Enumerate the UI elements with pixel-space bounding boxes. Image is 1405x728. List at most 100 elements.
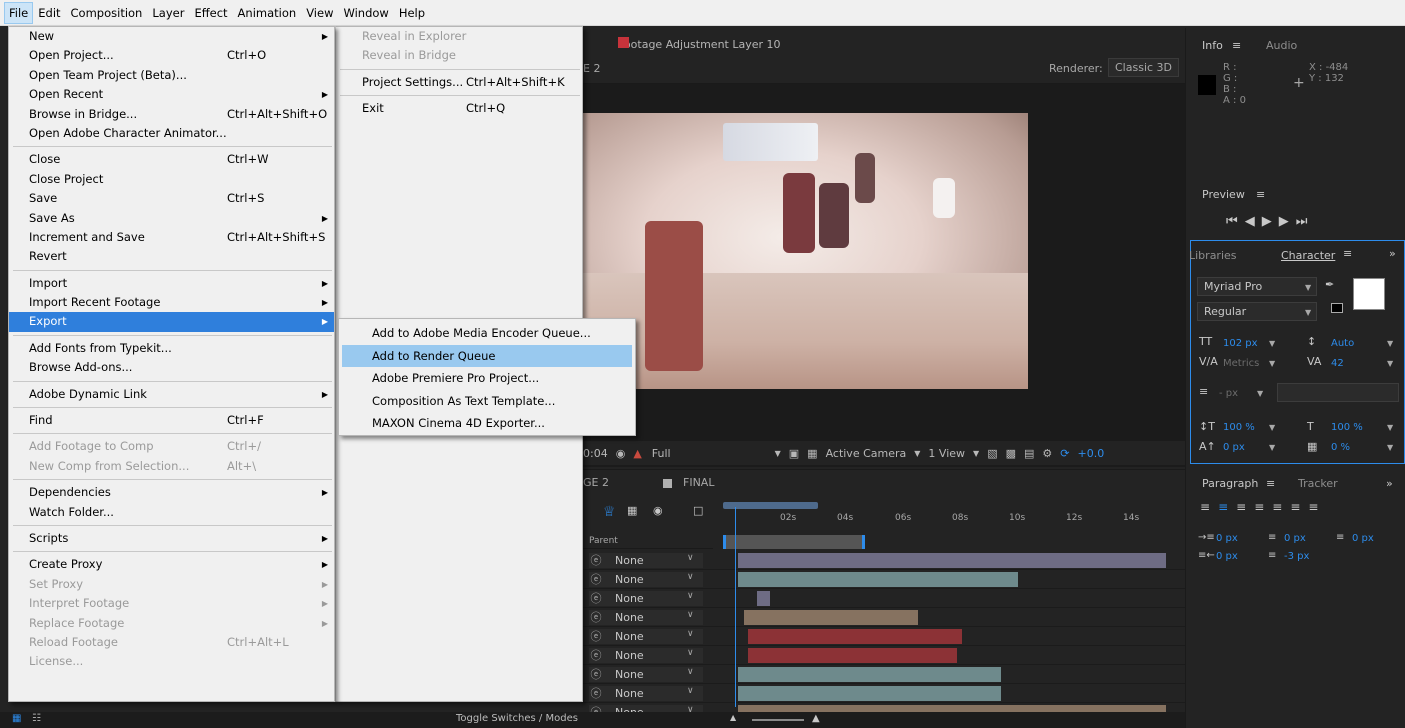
resolution-select[interactable]: Full <box>652 447 671 460</box>
menu-item-browse-in-bridge[interactable]: Browse in Bridge... Ctrl+Alt+Shift+O <box>9 105 334 124</box>
panel-menu-icon[interactable]: ≡ <box>1266 477 1275 490</box>
tab-character[interactable]: Character <box>1281 249 1335 262</box>
menu-view[interactable]: View <box>301 2 338 24</box>
layer-duration-bar[interactable] <box>737 667 1001 682</box>
eyedropper-icon[interactable]: ✒ <box>1325 278 1334 291</box>
menu-item-open-project[interactable]: Open Project... Ctrl+O <box>9 46 334 65</box>
justify-all-icon[interactable]: ≡ <box>1308 500 1326 514</box>
menu-layer[interactable]: Layer <box>147 2 189 24</box>
menu-window[interactable]: Window <box>338 2 393 24</box>
region-of-interest-icon[interactable]: ▣ <box>789 447 799 460</box>
flowchart-icon[interactable]: ⚙ <box>1042 447 1052 460</box>
parent-select[interactable]: None <box>589 667 703 682</box>
grid-options-icon[interactable]: ▧ <box>987 447 997 460</box>
chevron-down-icon[interactable]: ▼ <box>1387 443 1393 452</box>
parent-select[interactable]: None <box>589 686 703 701</box>
menu-item-add-to-render-queue[interactable]: Add to Render Queue <box>342 344 632 368</box>
chevron-down-icon[interactable]: ▼ <box>1305 308 1311 317</box>
renderer-select[interactable]: Classic 3D <box>1108 58 1180 77</box>
menu-item-dependencies[interactable]: Dependencies ▶ <box>9 483 334 502</box>
font-family-select[interactable]: Myriad Pro <box>1197 277 1317 296</box>
tab-info[interactable]: Info <box>1202 39 1223 52</box>
layer-duration-bar[interactable] <box>748 648 958 663</box>
camera-snapshot-icon[interactable]: ◉ <box>616 447 626 460</box>
color-channel-icon[interactable]: ▲ <box>633 447 641 460</box>
parent-select[interactable]: None <box>589 572 703 587</box>
menu-item-composition-as-text-template[interactable]: Composition As Text Template... <box>339 390 635 413</box>
camera-select[interactable]: Active Camera <box>826 447 907 460</box>
tab-comp-ge2[interactable]: GE 2 <box>583 476 609 489</box>
menu-item-replace-footage[interactable]: Replace Footage ▶ <box>9 614 334 633</box>
pick-whip-icon[interactable]: ⓔ <box>589 629 603 644</box>
pick-whip-icon[interactable]: ⓔ <box>589 648 603 663</box>
menu-item-export[interactable]: Export ▶ <box>9 312 334 332</box>
fill-color-swatch[interactable] <box>1353 278 1385 310</box>
chevron-down-icon[interactable]: ▼ <box>1387 423 1393 432</box>
chevron-down-icon[interactable]: ▼ <box>1387 359 1393 368</box>
indent-right-value[interactable]: 0 px <box>1352 533 1374 544</box>
chevron-down-icon[interactable]: ▼ <box>1305 283 1311 292</box>
horizontal-scale-value[interactable]: 100 % <box>1331 422 1363 433</box>
solo-icon[interactable]: ♕ <box>603 504 616 520</box>
preview-title[interactable]: Preview <box>1202 188 1245 201</box>
layer-row[interactable]: Noneⓔ ∨ <box>583 646 1185 665</box>
tab-comp-final[interactable]: FINAL <box>683 476 714 489</box>
layer-duration-bar[interactable] <box>744 610 919 625</box>
menu-item-license[interactable]: License... <box>9 652 334 671</box>
reset-exposure-icon[interactable]: ⟳ <box>1060 447 1069 460</box>
menu-edit[interactable]: Edit <box>33 2 65 24</box>
chevron-down-icon[interactable]: ▼ <box>1269 359 1275 368</box>
frame-blend-icon[interactable]: ▦ <box>627 504 637 517</box>
parent-select[interactable]: None <box>589 648 703 663</box>
menu-item-reveal-in-explorer[interactable]: Reveal in Explorer <box>336 27 582 46</box>
menu-item-scripts[interactable]: Scripts ▶ <box>9 529 334 548</box>
layer-duration-bar[interactable] <box>737 553 1166 568</box>
panel-menu-icon[interactable]: ≡ <box>1232 39 1241 52</box>
baseline-shift-value[interactable]: 0 px <box>1223 442 1245 453</box>
tab-paragraph[interactable]: Paragraph <box>1202 477 1258 490</box>
layer-duration-bar[interactable] <box>737 686 1001 701</box>
menu-item-watch-folder[interactable]: Watch Folder... <box>9 503 334 522</box>
justify-last-center-icon[interactable]: ≡ <box>1272 500 1290 514</box>
justify-last-left-icon[interactable]: ≡ <box>1254 500 1272 514</box>
menu-item-find[interactable]: Find Ctrl+F <box>9 411 334 430</box>
next-frame-icon[interactable]: ▶ <box>1279 214 1296 229</box>
align-left-icon[interactable]: ≡ <box>1200 500 1218 514</box>
chevron-down-icon[interactable]: ∨ <box>687 572 694 582</box>
kerning-value[interactable]: Metrics <box>1223 358 1259 369</box>
menu-animation[interactable]: Animation <box>233 2 302 24</box>
footage-frame[interactable] <box>583 113 1028 389</box>
tab-tracker[interactable]: Tracker <box>1298 477 1338 490</box>
align-center-icon[interactable]: ≡ <box>1218 500 1236 514</box>
view-layout-select[interactable]: 1 View <box>928 447 965 460</box>
parent-select[interactable]: None <box>589 553 703 568</box>
menu-item-revert[interactable]: Revert <box>9 247 334 266</box>
menu-item-browse-add-ons[interactable]: Browse Add-ons... <box>9 358 334 377</box>
menu-item-add-fonts-from-typekit[interactable]: Add Fonts from Typekit... <box>9 339 334 358</box>
menu-item-adobe-premiere-pro-project[interactable]: Adobe Premiere Pro Project... <box>339 367 635 390</box>
last-frame-icon[interactable]: ⏭ <box>1296 214 1315 229</box>
layer-duration-bar[interactable] <box>748 629 962 644</box>
chevron-down-icon[interactable]: ∨ <box>687 686 694 696</box>
toggle-switches-modes[interactable]: Toggle Switches / Modes <box>456 713 578 724</box>
menu-item-create-proxy[interactable]: Create Proxy ▶ <box>9 555 334 574</box>
work-area-handle[interactable] <box>723 502 818 509</box>
chevron-down-icon[interactable]: ▼ <box>1257 389 1263 398</box>
panel-menu-icon[interactable]: ≡ <box>1256 188 1265 201</box>
vertical-scale-value[interactable]: 100 % <box>1223 422 1255 433</box>
prev-frame-icon[interactable]: ◀ <box>1245 214 1262 229</box>
parent-select[interactable]: None <box>589 591 703 606</box>
menu-item-new[interactable]: New ▶ <box>9 27 334 46</box>
layer-duration-bar[interactable] <box>737 572 1019 587</box>
menu-item-reload-footage[interactable]: Reload Footage Ctrl+Alt+L <box>9 633 334 652</box>
zoom-slider[interactable] <box>752 719 804 721</box>
timeline-icon[interactable]: ▤ <box>1024 447 1034 460</box>
pick-whip-icon[interactable]: ⓔ <box>589 553 603 568</box>
chevron-down-icon[interactable]: ∨ <box>687 667 694 677</box>
menu-item-maxon-cinema-4d-exporter[interactable]: MAXON Cinema 4D Exporter... <box>339 412 635 435</box>
layer-duration-bar[interactable] <box>757 591 771 606</box>
transparency-grid-icon[interactable]: ▦ <box>807 447 817 460</box>
menu-composition[interactable]: Composition <box>66 2 148 24</box>
layer-row[interactable]: Noneⓔ ∨ <box>583 551 1185 570</box>
menu-help[interactable]: Help <box>394 2 430 24</box>
